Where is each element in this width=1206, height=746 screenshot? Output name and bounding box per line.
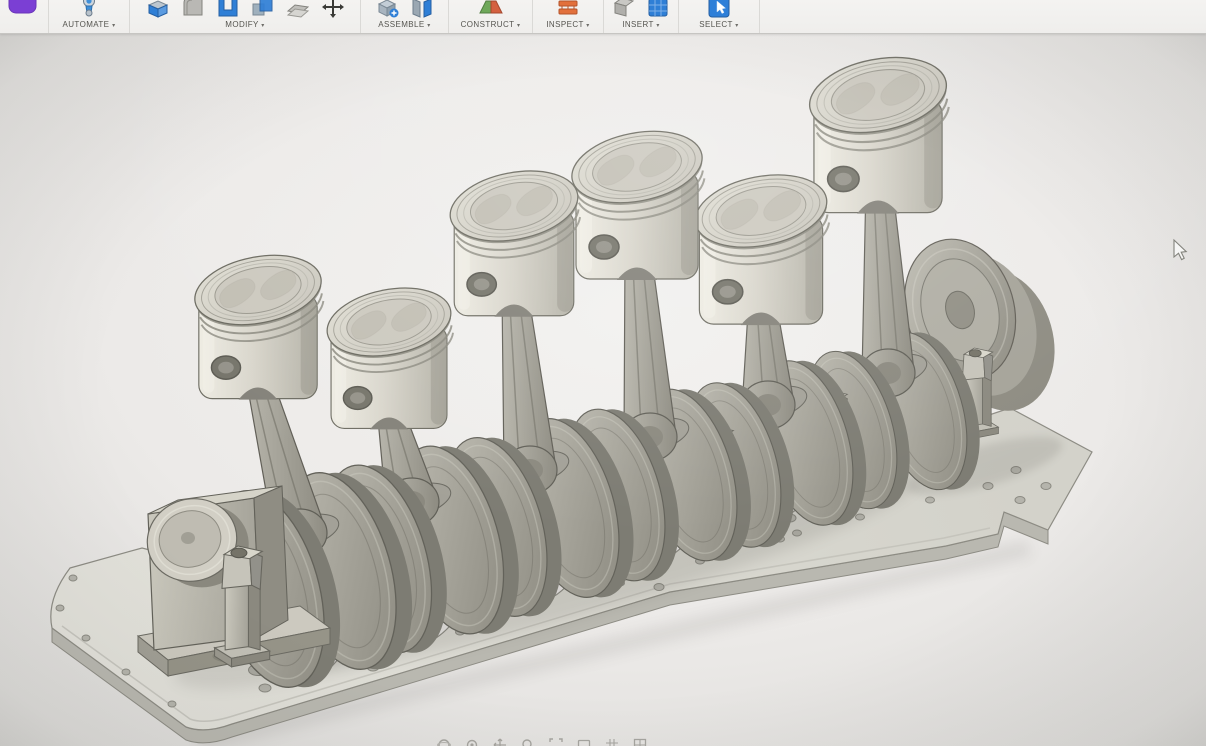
pan-icon[interactable] [493, 738, 507, 746]
group-label-construct[interactable]: CONSTRUCT ▾ [461, 19, 521, 33]
toolbar-group-modify[interactable]: MODIFY ▾ [130, 0, 361, 33]
toolbar-group-select[interactable]: SELECT ▾ [679, 0, 760, 33]
joint-icon[interactable] [411, 0, 433, 19]
chevron-down-icon: ▾ [735, 23, 738, 29]
shell-icon[interactable] [216, 0, 240, 19]
fillet-icon[interactable] [181, 0, 205, 19]
chevron-down-icon: ▾ [656, 23, 659, 29]
grid-icon[interactable] [605, 738, 619, 746]
press-pull-icon[interactable] [146, 0, 170, 19]
toolbar-group-automate[interactable]: AUTOMATE ▾ [49, 0, 130, 33]
vignette [0, 0, 1206, 746]
chevron-down-icon: ▾ [586, 23, 589, 29]
toolbar-group-assemble[interactable]: ASSEMBLE ▾ [361, 0, 449, 33]
chevron-down-icon: ▾ [112, 23, 115, 29]
new-component-icon[interactable] [376, 0, 400, 19]
toolbar-group-insert[interactable]: INSERT ▾ [604, 0, 679, 33]
orbit-icon[interactable] [437, 738, 451, 746]
group-label-assemble[interactable]: ASSEMBLE ▾ [378, 19, 430, 33]
app-menu-button[interactable] [0, 0, 49, 33]
toolbar-group-construct[interactable]: CONSTRUCT ▾ [449, 0, 533, 33]
display-settings-icon[interactable] [577, 738, 591, 746]
insert-mesh-icon[interactable] [646, 0, 670, 19]
group-label-automate[interactable]: AUTOMATE ▾ [63, 19, 116, 33]
viewport-canvas[interactable] [0, 0, 1206, 746]
combine-icon[interactable] [251, 0, 275, 19]
offset-face-icon[interactable] [286, 0, 310, 19]
viewports-icon[interactable] [633, 738, 647, 746]
select-cursor-icon[interactable] [707, 0, 731, 19]
group-label-select[interactable]: SELECT ▾ [699, 19, 738, 33]
look-at-icon[interactable] [465, 738, 479, 746]
chevron-down-icon: ▾ [261, 23, 264, 29]
navigation-bar[interactable] [437, 738, 705, 746]
toolbar-group-inspect[interactable]: INSPECT ▾ [533, 0, 604, 33]
bot-icon[interactable] [78, 0, 100, 19]
group-label-modify[interactable]: MODIFY ▾ [225, 19, 264, 33]
app-logo-icon [8, 0, 38, 19]
zoom-icon[interactable] [521, 738, 535, 746]
canvas-icon[interactable] [613, 0, 635, 19]
construct-plane-icon[interactable] [478, 0, 504, 19]
measure-icon[interactable] [556, 0, 580, 19]
move-copy-icon[interactable] [321, 0, 345, 19]
fit-icon[interactable] [549, 738, 563, 746]
toolbar-empty-area [760, 0, 1206, 33]
group-label-inspect[interactable]: INSPECT ▾ [546, 19, 589, 33]
chevron-down-icon: ▾ [517, 23, 520, 29]
group-label-insert[interactable]: INSERT ▾ [622, 19, 660, 33]
chevron-down-icon: ▾ [427, 23, 430, 29]
main-toolbar: AUTOMATE ▾ [0, 0, 1206, 34]
